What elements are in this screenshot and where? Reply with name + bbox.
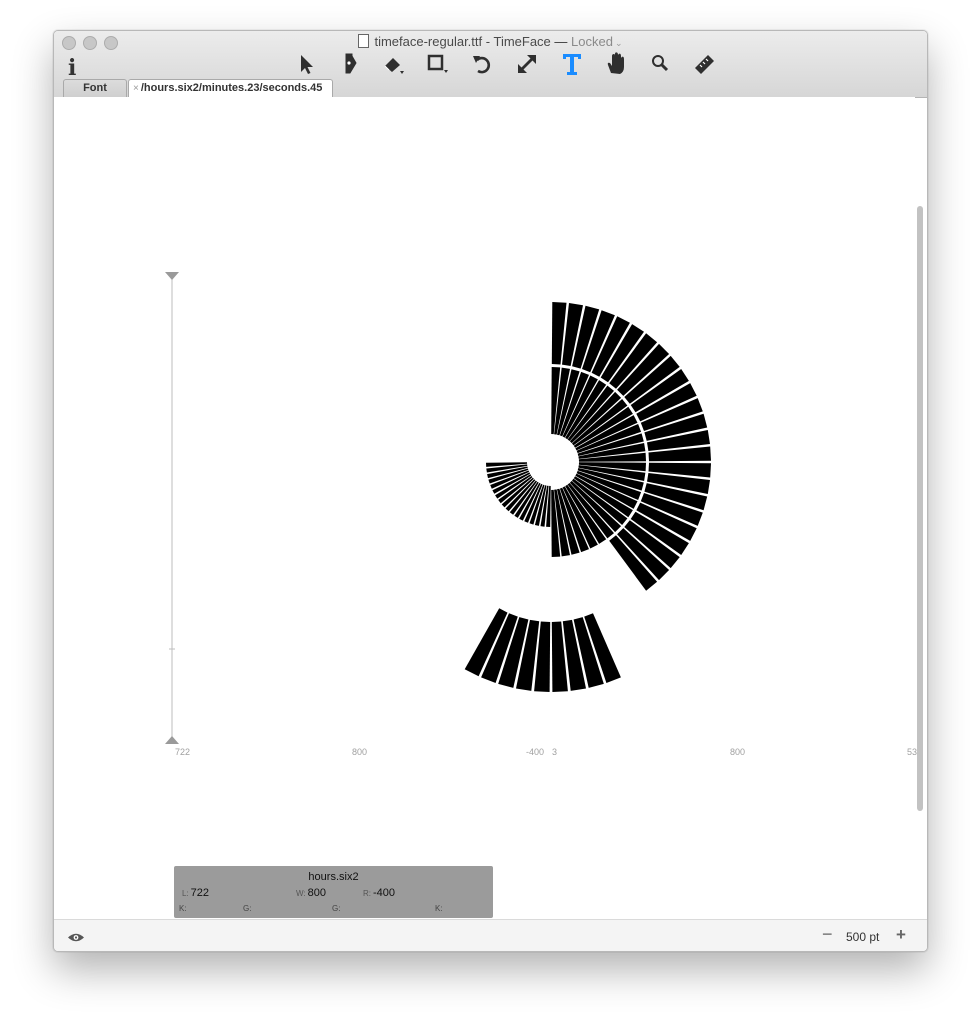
left-margin-field[interactable]: L: 722 [182,887,209,899]
measure-tool-icon[interactable] [692,51,718,77]
draw-tool-icon[interactable] [337,51,363,77]
glyph-name[interactable]: hours.six2 [174,871,493,883]
right-margin-field[interactable]: R: -400 [363,887,395,899]
chevron-down-icon[interactable]: ⌄ [615,38,623,48]
tab-font[interactable]: Font [63,79,127,97]
width-field[interactable]: W: 800 [296,887,326,899]
vertical-scrollbar[interactable] [917,206,923,811]
glyph-view [165,272,711,744]
file-name: timeface-regular.ttf [374,34,483,49]
eraser-tool-icon[interactable] [381,51,407,77]
eye-icon[interactable] [67,932,85,943]
ascender-marker-icon[interactable] [165,272,179,280]
tab-glyph-label: /hours.six2/minutes.23/seconds.45 [140,82,323,94]
document-icon [358,34,370,48]
descender-marker-icon[interactable] [165,736,179,744]
left-group[interactable]: G: [243,904,251,913]
lock-status[interactable]: Locked [571,34,613,49]
titlebar: timeface-regular.ttf - TimeFace — Locked… [54,31,927,98]
metric-edge: 53 [907,747,918,757]
zoom-in-button[interactable]: + [896,925,906,945]
app-name: TimeFace [493,34,551,49]
metric-width-2: 800 [730,747,746,757]
tab-glyph[interactable]: ×/hours.six2/minutes.23/seconds.45 [128,79,333,98]
title-dash: - [485,34,491,49]
close-tab-icon[interactable]: × [133,83,139,94]
right-kerning-group[interactable]: K: [435,904,443,913]
status-bar: − 500 pt + [54,919,927,951]
shape-tool-icon[interactable] [425,51,451,77]
scale-tool-icon[interactable] [514,51,540,77]
glyph-info-panel: hours.six2 L: 722 W: 800 R: -400 K: G: G: K… [174,866,493,918]
text-tool-icon[interactable] [559,51,585,77]
select-tool-icon[interactable] [293,51,319,77]
tab-bar: Font ×/hours.six2/minutes.23/seconds.45 [54,79,927,98]
zoom-out-button[interactable]: − [822,924,833,945]
zoom-level[interactable]: 500 pt [846,930,879,944]
glyph-canvas[interactable]: 722 800 -400 3 800 53 [54,97,918,919]
title-separator: — [554,34,568,49]
metric-right: -400 [526,747,545,757]
window-title: timeface-regular.ttf - TimeFace — Locked… [54,34,927,49]
hand-tool-icon[interactable] [603,51,629,77]
right-group[interactable]: G: [332,904,340,913]
zoom-tool-icon[interactable] [647,51,673,77]
metric-width: 800 [352,747,368,757]
metric-left: 722 [175,747,191,757]
rotate-tool-icon[interactable] [469,51,495,77]
app-window: timeface-regular.ttf - TimeFace — Locked… [53,30,928,952]
glyph-outline[interactable] [464,302,711,692]
info-button[interactable]: i [68,55,76,81]
left-kerning-group[interactable]: K: [179,904,187,913]
metric-origin: 3 [552,747,558,757]
